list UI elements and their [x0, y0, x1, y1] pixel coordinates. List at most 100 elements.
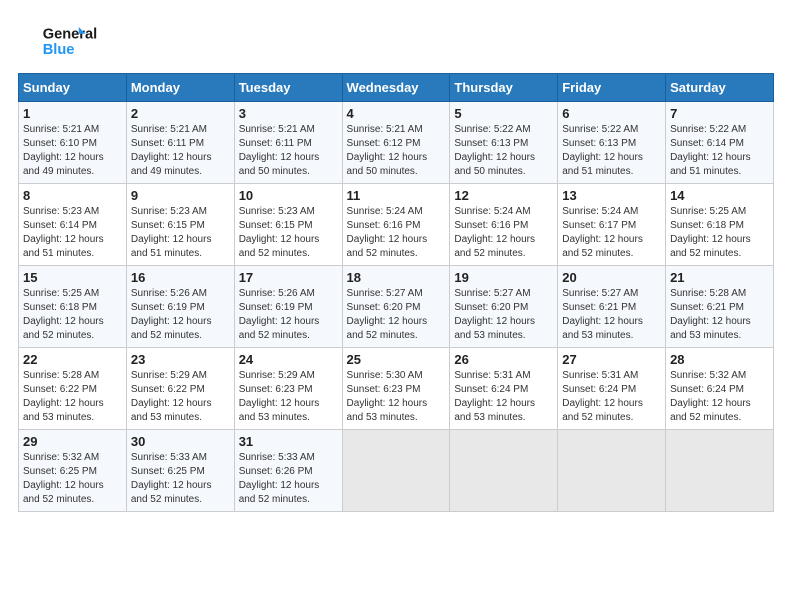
svg-text:Blue: Blue [43, 42, 75, 58]
day-info: Sunrise: 5:24 AMSunset: 6:16 PMDaylight:… [454, 206, 535, 259]
day-info: Sunrise: 5:32 AMSunset: 6:25 PMDaylight:… [23, 452, 104, 505]
day-info: Sunrise: 5:22 AMSunset: 6:13 PMDaylight:… [562, 124, 643, 177]
calendar-cell: 13 Sunrise: 5:24 AMSunset: 6:17 PMDaylig… [558, 184, 666, 266]
calendar-cell: 28 Sunrise: 5:32 AMSunset: 6:24 PMDaylig… [666, 348, 774, 430]
column-header-friday: Friday [558, 74, 666, 102]
calendar-cell: 16 Sunrise: 5:26 AMSunset: 6:19 PMDaylig… [126, 266, 234, 348]
calendar-cell: 21 Sunrise: 5:28 AMSunset: 6:21 PMDaylig… [666, 266, 774, 348]
day-info: Sunrise: 5:29 AMSunset: 6:22 PMDaylight:… [131, 370, 212, 423]
column-header-tuesday: Tuesday [234, 74, 342, 102]
day-info: Sunrise: 5:32 AMSunset: 6:24 PMDaylight:… [670, 370, 751, 423]
day-info: Sunrise: 5:27 AMSunset: 6:20 PMDaylight:… [454, 288, 535, 341]
calendar-week-row: 15 Sunrise: 5:25 AMSunset: 6:18 PMDaylig… [19, 266, 774, 348]
calendar-cell: 7 Sunrise: 5:22 AMSunset: 6:14 PMDayligh… [666, 102, 774, 184]
calendar-cell: 1 Sunrise: 5:21 AMSunset: 6:10 PMDayligh… [19, 102, 127, 184]
day-number: 13 [562, 188, 661, 203]
day-number: 24 [239, 352, 338, 367]
calendar-cell: 9 Sunrise: 5:23 AMSunset: 6:15 PMDayligh… [126, 184, 234, 266]
calendar-cell: 2 Sunrise: 5:21 AMSunset: 6:11 PMDayligh… [126, 102, 234, 184]
day-number: 21 [670, 270, 769, 285]
calendar-cell: 5 Sunrise: 5:22 AMSunset: 6:13 PMDayligh… [450, 102, 558, 184]
calendar-cell: 24 Sunrise: 5:29 AMSunset: 6:23 PMDaylig… [234, 348, 342, 430]
day-number: 18 [347, 270, 446, 285]
day-info: Sunrise: 5:28 AMSunset: 6:22 PMDaylight:… [23, 370, 104, 423]
column-header-thursday: Thursday [450, 74, 558, 102]
calendar-table: SundayMondayTuesdayWednesdayThursdayFrid… [18, 73, 774, 512]
calendar-week-row: 1 Sunrise: 5:21 AMSunset: 6:10 PMDayligh… [19, 102, 774, 184]
day-number: 10 [239, 188, 338, 203]
logo: General Blue [18, 18, 108, 63]
calendar-cell: 10 Sunrise: 5:23 AMSunset: 6:15 PMDaylig… [234, 184, 342, 266]
day-info: Sunrise: 5:23 AMSunset: 6:14 PMDaylight:… [23, 206, 104, 259]
day-number: 15 [23, 270, 122, 285]
column-header-saturday: Saturday [666, 74, 774, 102]
day-info: Sunrise: 5:24 AMSunset: 6:16 PMDaylight:… [347, 206, 428, 259]
day-number: 19 [454, 270, 553, 285]
day-number: 31 [239, 434, 338, 449]
column-header-monday: Monday [126, 74, 234, 102]
day-info: Sunrise: 5:21 AMSunset: 6:12 PMDaylight:… [347, 124, 428, 177]
day-number: 29 [23, 434, 122, 449]
day-info: Sunrise: 5:21 AMSunset: 6:10 PMDaylight:… [23, 124, 104, 177]
day-info: Sunrise: 5:27 AMSunset: 6:20 PMDaylight:… [347, 288, 428, 341]
calendar-cell: 19 Sunrise: 5:27 AMSunset: 6:20 PMDaylig… [450, 266, 558, 348]
day-info: Sunrise: 5:21 AMSunset: 6:11 PMDaylight:… [131, 124, 212, 177]
day-number: 2 [131, 106, 230, 121]
calendar-cell [450, 430, 558, 512]
day-info: Sunrise: 5:29 AMSunset: 6:23 PMDaylight:… [239, 370, 320, 423]
calendar-cell: 20 Sunrise: 5:27 AMSunset: 6:21 PMDaylig… [558, 266, 666, 348]
day-info: Sunrise: 5:22 AMSunset: 6:13 PMDaylight:… [454, 124, 535, 177]
day-info: Sunrise: 5:23 AMSunset: 6:15 PMDaylight:… [131, 206, 212, 259]
calendar-week-row: 22 Sunrise: 5:28 AMSunset: 6:22 PMDaylig… [19, 348, 774, 430]
day-number: 5 [454, 106, 553, 121]
day-info: Sunrise: 5:28 AMSunset: 6:21 PMDaylight:… [670, 288, 751, 341]
day-info: Sunrise: 5:23 AMSunset: 6:15 PMDaylight:… [239, 206, 320, 259]
day-number: 9 [131, 188, 230, 203]
calendar-cell: 15 Sunrise: 5:25 AMSunset: 6:18 PMDaylig… [19, 266, 127, 348]
day-info: Sunrise: 5:33 AMSunset: 6:26 PMDaylight:… [239, 452, 320, 505]
calendar-week-row: 29 Sunrise: 5:32 AMSunset: 6:25 PMDaylig… [19, 430, 774, 512]
calendar-cell: 27 Sunrise: 5:31 AMSunset: 6:24 PMDaylig… [558, 348, 666, 430]
column-header-sunday: Sunday [19, 74, 127, 102]
calendar-cell: 25 Sunrise: 5:30 AMSunset: 6:23 PMDaylig… [342, 348, 450, 430]
calendar-cell: 30 Sunrise: 5:33 AMSunset: 6:25 PMDaylig… [126, 430, 234, 512]
day-number: 16 [131, 270, 230, 285]
day-info: Sunrise: 5:31 AMSunset: 6:24 PMDaylight:… [454, 370, 535, 423]
day-info: Sunrise: 5:30 AMSunset: 6:23 PMDaylight:… [347, 370, 428, 423]
calendar-cell [558, 430, 666, 512]
calendar-cell: 3 Sunrise: 5:21 AMSunset: 6:11 PMDayligh… [234, 102, 342, 184]
column-header-wednesday: Wednesday [342, 74, 450, 102]
day-number: 27 [562, 352, 661, 367]
day-info: Sunrise: 5:24 AMSunset: 6:17 PMDaylight:… [562, 206, 643, 259]
day-number: 17 [239, 270, 338, 285]
day-number: 11 [347, 188, 446, 203]
calendar-cell: 22 Sunrise: 5:28 AMSunset: 6:22 PMDaylig… [19, 348, 127, 430]
day-number: 3 [239, 106, 338, 121]
day-number: 23 [131, 352, 230, 367]
calendar-cell: 18 Sunrise: 5:27 AMSunset: 6:20 PMDaylig… [342, 266, 450, 348]
calendar-cell [342, 430, 450, 512]
calendar-cell: 17 Sunrise: 5:26 AMSunset: 6:19 PMDaylig… [234, 266, 342, 348]
calendar-cell: 29 Sunrise: 5:32 AMSunset: 6:25 PMDaylig… [19, 430, 127, 512]
day-number: 22 [23, 352, 122, 367]
calendar-header-row: SundayMondayTuesdayWednesdayThursdayFrid… [19, 74, 774, 102]
calendar-cell: 31 Sunrise: 5:33 AMSunset: 6:26 PMDaylig… [234, 430, 342, 512]
day-number: 8 [23, 188, 122, 203]
day-info: Sunrise: 5:33 AMSunset: 6:25 PMDaylight:… [131, 452, 212, 505]
calendar-cell [666, 430, 774, 512]
day-number: 7 [670, 106, 769, 121]
day-number: 4 [347, 106, 446, 121]
calendar-cell: 6 Sunrise: 5:22 AMSunset: 6:13 PMDayligh… [558, 102, 666, 184]
page-container: General Blue SundayMondayTuesdayWednesda… [0, 0, 792, 522]
day-info: Sunrise: 5:22 AMSunset: 6:14 PMDaylight:… [670, 124, 751, 177]
day-number: 28 [670, 352, 769, 367]
calendar-cell: 23 Sunrise: 5:29 AMSunset: 6:22 PMDaylig… [126, 348, 234, 430]
page-header: General Blue [18, 18, 774, 63]
day-number: 26 [454, 352, 553, 367]
day-number: 6 [562, 106, 661, 121]
calendar-cell: 12 Sunrise: 5:24 AMSunset: 6:16 PMDaylig… [450, 184, 558, 266]
day-number: 30 [131, 434, 230, 449]
calendar-cell: 4 Sunrise: 5:21 AMSunset: 6:12 PMDayligh… [342, 102, 450, 184]
logo-icon: General Blue [18, 18, 108, 63]
day-info: Sunrise: 5:21 AMSunset: 6:11 PMDaylight:… [239, 124, 320, 177]
